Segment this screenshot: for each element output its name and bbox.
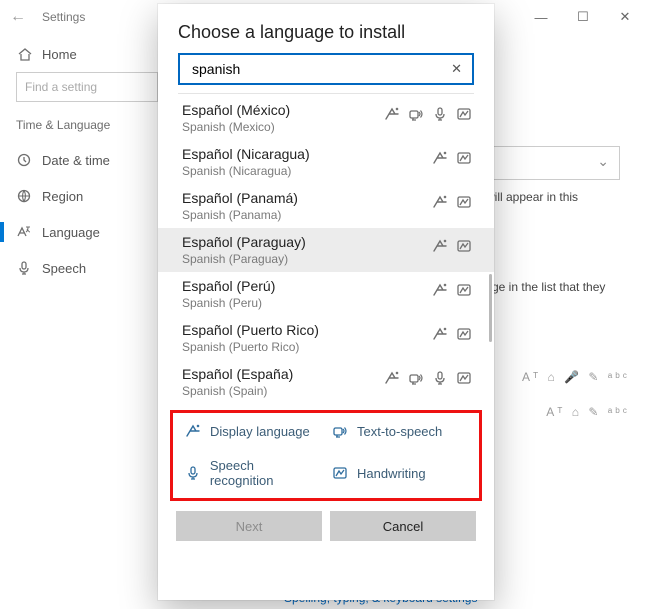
language-local: Spanish (Peru)	[182, 296, 275, 310]
legend-tts: Text-to-speech	[326, 419, 473, 444]
legend-hand: Handwriting	[326, 454, 473, 492]
language-features	[384, 106, 472, 122]
bg-text-1: will appear in this	[486, 190, 578, 204]
sidebar-item-home[interactable]: Home	[16, 40, 158, 72]
language-features	[432, 150, 472, 166]
search-input[interactable]	[190, 60, 449, 78]
bg-text-2: ge in the list that they	[492, 280, 605, 294]
divider	[178, 93, 474, 94]
language-row[interactable]: Español (México) Spanish (Mexico)	[158, 96, 494, 140]
legend-label: Display language	[210, 424, 310, 439]
window-title: Settings	[42, 10, 85, 24]
minimize-button[interactable]: —	[520, 2, 562, 32]
bg-feature-icons-1: Aᵀ ⌂ 🎤 ✎ ᵃᵇᶜ	[522, 370, 630, 384]
mic-icon	[16, 260, 32, 276]
language-native: Español (Nicaragua)	[182, 146, 310, 162]
clock-icon	[16, 152, 32, 168]
search-field[interactable]: ✕	[178, 53, 474, 85]
close-button[interactable]: ✕	[604, 2, 646, 32]
legend-speech: Speech recognition	[179, 454, 326, 492]
mic-icon	[432, 370, 448, 386]
language-local: Spanish (Spain)	[182, 384, 293, 398]
language-local: Spanish (Panama)	[182, 208, 298, 222]
tts-icon	[332, 423, 349, 440]
dialog-title: Choose a language to install	[158, 4, 494, 53]
sidebar-item-label: Language	[42, 225, 100, 240]
language-native: Español (Panamá)	[182, 190, 298, 206]
language-local: Spanish (Puerto Rico)	[182, 340, 319, 354]
language-list: Español (México)Spanish (Mexico)Español …	[158, 96, 494, 404]
install-language-dialog: Choose a language to install ✕ Español (…	[158, 4, 494, 600]
globe-icon	[16, 188, 32, 204]
language-row[interactable]: Español (España) Spanish (Spain)	[158, 360, 494, 404]
sidebar-item-date[interactable]: Date & time	[16, 142, 158, 178]
sidebar-item-region[interactable]: Region	[16, 178, 158, 214]
language-native: Español (Perú)	[182, 278, 275, 294]
language-local: Spanish (Mexico)	[182, 120, 290, 134]
legend-label: Text-to-speech	[357, 424, 442, 439]
sidebar-item-language[interactable]: Language	[16, 214, 158, 250]
language-local: Spanish (Nicaragua)	[182, 164, 310, 178]
language-features	[432, 238, 472, 254]
language-native: Español (España)	[182, 366, 293, 382]
display-icon	[185, 423, 202, 440]
sidebar-item-label: Home	[42, 47, 77, 62]
handwriting-icon	[456, 106, 472, 122]
language-features	[432, 282, 472, 298]
legend-display: Display language	[179, 419, 326, 444]
maximize-button[interactable]: ☐	[562, 2, 604, 32]
cancel-button[interactable]: Cancel	[330, 511, 476, 541]
language-row[interactable]: Español (Panamá) Spanish (Panama)	[158, 184, 494, 228]
language-row[interactable]: Español (Nicaragua) Spanish (Nicaragua)	[158, 140, 494, 184]
language-row[interactable]: Español (Paraguay) Spanish (Paraguay)	[158, 228, 494, 272]
legend-label: Handwriting	[357, 466, 426, 481]
language-native: Español (México)	[182, 102, 290, 118]
language-row[interactable]: Español (Puerto Rico) Spanish (Puerto Ric…	[158, 316, 494, 360]
handwriting-icon	[456, 194, 472, 210]
home-icon	[16, 46, 32, 62]
sidebar-group-header: Time & Language	[16, 118, 158, 132]
sidebar-item-label: Date & time	[42, 153, 110, 168]
next-button[interactable]: Next	[176, 511, 322, 541]
language-native: Español (Paraguay)	[182, 234, 306, 250]
back-icon[interactable]: ←	[10, 8, 26, 26]
sidebar-item-label: Speech	[42, 261, 86, 276]
feature-legend: Display language Text-to-speech Speech r…	[170, 410, 482, 501]
language-row[interactable]: Español (Perú) Spanish (Peru)	[158, 272, 494, 316]
sidebar-item-speech[interactable]: Speech	[16, 250, 158, 286]
bg-feature-icons-2: Aᵀ ⌂ ✎ ᵃᵇᶜ	[546, 405, 630, 419]
handwriting-icon	[456, 282, 472, 298]
handwriting-icon	[332, 465, 349, 482]
handwriting-icon	[456, 326, 472, 342]
display-icon	[432, 150, 448, 166]
language-features	[432, 326, 472, 342]
language-icon	[16, 224, 32, 240]
display-icon	[384, 370, 400, 386]
mic-icon	[432, 106, 448, 122]
display-icon	[432, 326, 448, 342]
display-icon	[432, 282, 448, 298]
language-local: Spanish (Paraguay)	[182, 252, 306, 266]
language-features	[384, 370, 472, 386]
find-setting-input[interactable]: Find a setting	[16, 72, 158, 102]
tts-icon	[408, 106, 424, 122]
display-icon	[432, 238, 448, 254]
language-native: Español (Puerto Rico)	[182, 322, 319, 338]
sidebar-item-label: Region	[42, 189, 83, 204]
handwriting-icon	[456, 150, 472, 166]
display-icon	[432, 194, 448, 210]
mic-icon	[185, 465, 202, 482]
find-setting-placeholder: Find a setting	[25, 80, 97, 94]
display-icon	[384, 106, 400, 122]
handwriting-icon	[456, 370, 472, 386]
tts-icon	[408, 370, 424, 386]
legend-label: Speech recognition	[210, 458, 320, 488]
language-features	[432, 194, 472, 210]
sidebar: Home Find a setting Time & Language Date…	[0, 34, 170, 286]
handwriting-icon	[456, 238, 472, 254]
clear-icon[interactable]: ✕	[449, 61, 464, 77]
